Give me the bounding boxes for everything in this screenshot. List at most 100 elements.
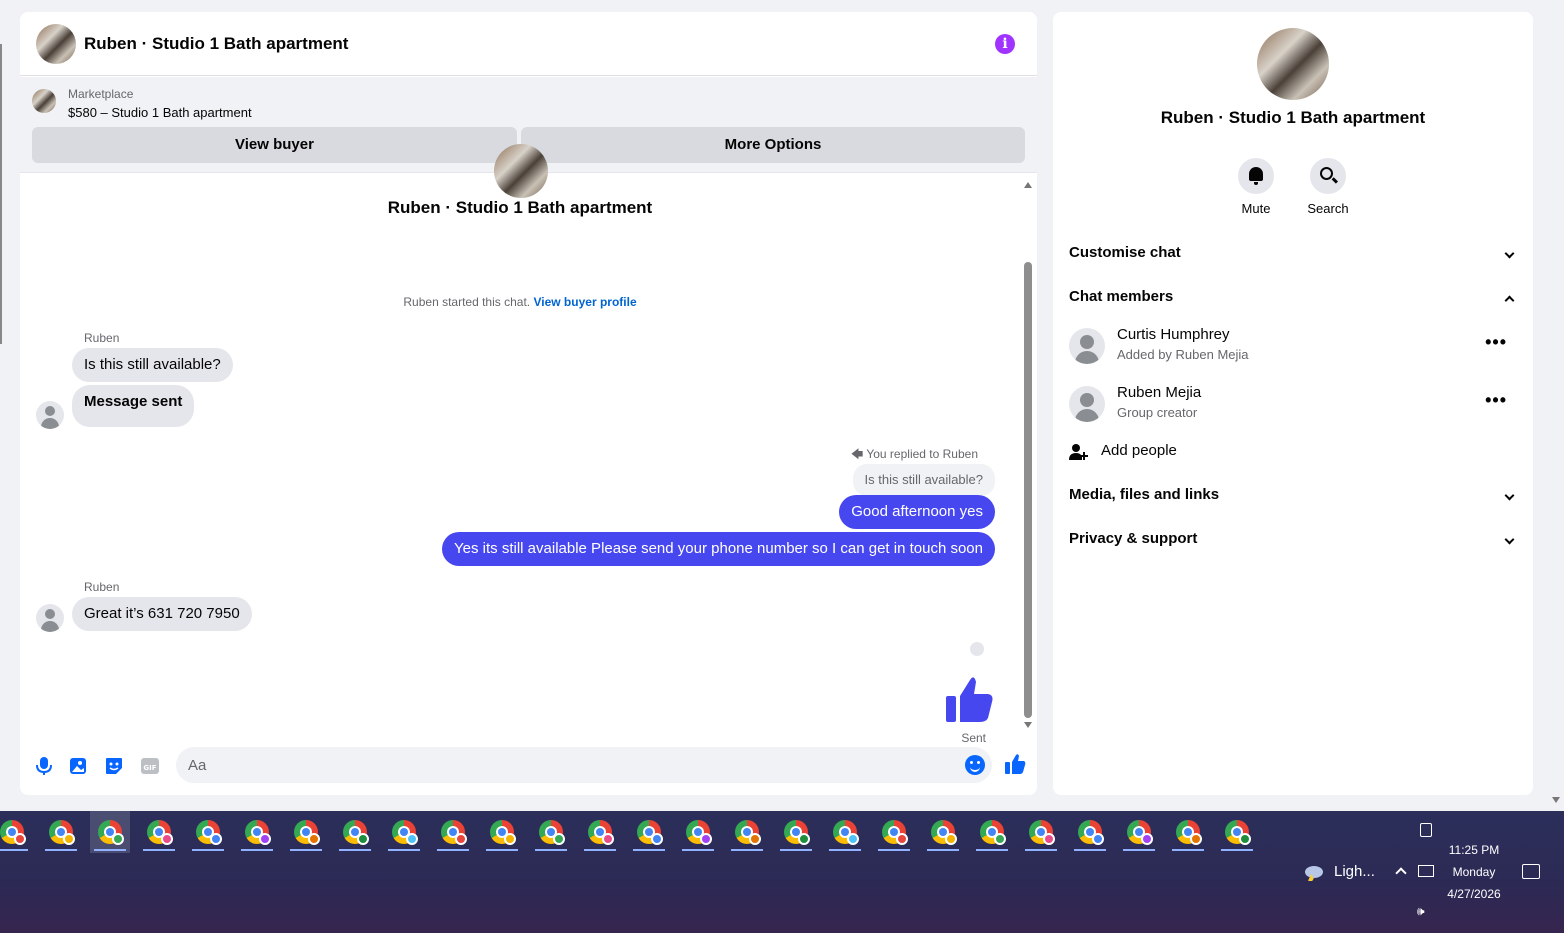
taskbar-chrome-app[interactable]	[90, 811, 130, 853]
clock-time[interactable]: 11:25 PM	[1440, 843, 1508, 857]
sender-avatar[interactable]	[36, 604, 64, 632]
profile-badge-icon	[14, 833, 26, 845]
tray-chevron-up-icon[interactable]	[1395, 867, 1407, 879]
sticker-icon[interactable]	[104, 756, 124, 776]
section-chat-members[interactable]: Chat members	[1069, 282, 1517, 312]
like-icon[interactable]	[1004, 753, 1026, 775]
taskbar-chrome-app[interactable]	[188, 811, 228, 853]
member-name[interactable]: Curtis Humphrey	[1117, 326, 1230, 343]
window-edge	[0, 44, 2, 344]
photo-icon[interactable]	[68, 756, 88, 776]
gif-icon[interactable]: GIF	[140, 756, 160, 776]
taskbar-chrome-app[interactable]	[335, 811, 375, 853]
message-bubble-incoming[interactable]: Is this still available?	[72, 348, 233, 382]
view-buyer-button[interactable]: View buyer	[32, 127, 517, 163]
emoji-icon[interactable]	[965, 755, 985, 775]
info-icon[interactable]: i	[995, 34, 1015, 54]
profile-badge-icon	[455, 833, 467, 845]
member-avatar[interactable]	[1069, 328, 1105, 364]
weather-text[interactable]: Ligh...	[1334, 863, 1375, 880]
chevron-down-icon	[1504, 248, 1515, 259]
chat-scrollbar[interactable]	[1023, 182, 1033, 742]
info-title: Ruben · Studio 1 Bath apartment	[1160, 108, 1426, 127]
search-button[interactable]: Search	[1298, 158, 1358, 216]
taskbar-chrome-app[interactable]	[1021, 811, 1061, 853]
taskbar-chrome-app[interactable]	[1119, 811, 1159, 853]
profile-badge-icon	[1190, 833, 1202, 845]
taskbar-chrome-app[interactable]	[678, 811, 718, 853]
network-icon[interactable]	[1418, 865, 1434, 877]
taskbar-chrome-app[interactable]	[580, 811, 620, 853]
taskbar-chrome-app[interactable]	[433, 811, 473, 853]
taskbar-chrome-app[interactable]	[482, 811, 522, 853]
search-icon	[1320, 167, 1333, 180]
message-bubble-outgoing[interactable]: Yes its still available Please send your…	[442, 532, 995, 566]
taskbar-chrome-app[interactable]	[286, 811, 326, 853]
volume-icon[interactable]: 🕪	[1417, 904, 1435, 918]
message-bubble-incoming[interactable]: Message sent	[72, 385, 195, 427]
taskbar-chrome-app[interactable]	[139, 811, 179, 853]
taskbar-chrome-app[interactable]	[1070, 811, 1110, 853]
meet-now-icon[interactable]	[1420, 823, 1432, 837]
listing-title[interactable]: $580 – Studio 1 Bath apartment	[68, 105, 252, 120]
thumbs-up-icon[interactable]	[944, 674, 996, 726]
section-privacy-support[interactable]: Privacy & support	[1069, 524, 1517, 554]
taskbar-chrome-app[interactable]	[237, 811, 277, 853]
member-row[interactable]: Ruben Mejia Group creator •••	[1069, 384, 1517, 424]
info-avatar[interactable]	[1257, 28, 1329, 100]
taskbar-chrome-app[interactable]	[41, 811, 81, 853]
taskbar-chrome-app[interactable]	[531, 811, 571, 853]
profile-badge-icon	[994, 833, 1006, 845]
mute-button[interactable]: Mute	[1226, 158, 1286, 216]
sender-avatar[interactable]	[36, 401, 64, 429]
scroll-thumb[interactable]	[1024, 262, 1032, 718]
quoted-message[interactable]: Is this still available?	[852, 464, 995, 496]
notification-icon[interactable]	[1522, 864, 1540, 879]
add-person-icon	[1069, 444, 1088, 460]
taskbar-chrome-app[interactable]	[923, 811, 963, 853]
section-media-files-links[interactable]: Media, files and links	[1069, 480, 1517, 510]
message-sender: Ruben	[84, 331, 120, 345]
more-options-button[interactable]: More Options	[521, 127, 1025, 163]
message-bubble-outgoing[interactable]: Good afternoon yes	[839, 495, 995, 529]
taskbar-chrome-app[interactable]	[629, 811, 669, 853]
microphone-icon[interactable]	[34, 756, 54, 776]
more-options-icon[interactable]: •••	[1485, 391, 1507, 409]
scroll-up-arrow-icon[interactable]	[1024, 182, 1032, 188]
weather-icon[interactable]	[1302, 863, 1326, 881]
message-input[interactable]	[176, 747, 992, 783]
member-avatar[interactable]	[1069, 386, 1105, 422]
profile-badge-icon	[406, 833, 418, 845]
chevron-down-icon	[1504, 490, 1515, 501]
member-name[interactable]: Ruben Mejia	[1117, 384, 1201, 401]
clock-day[interactable]: Monday	[1440, 865, 1508, 879]
taskbar-chrome-app[interactable]	[874, 811, 914, 853]
clock-date[interactable]: 4/27/2026	[1440, 887, 1508, 901]
thread-avatar	[494, 144, 548, 198]
message-bubble-incoming[interactable]: Great it’s 631 720 7950	[72, 597, 252, 631]
listing-thumbnail[interactable]	[32, 89, 56, 113]
add-people-label: Add people	[1101, 442, 1177, 459]
more-options-icon[interactable]: •••	[1485, 333, 1507, 351]
section-customise-chat[interactable]: Customise chat	[1069, 238, 1517, 268]
taskbar-chrome-app[interactable]	[825, 811, 865, 853]
profile-badge-icon	[259, 833, 271, 845]
taskbar-chrome-app[interactable]	[1168, 811, 1208, 853]
taskbar-chrome-app[interactable]	[972, 811, 1012, 853]
taskbar-chrome-app[interactable]	[384, 811, 424, 853]
scroll-down-arrow-icon[interactable]	[1024, 722, 1032, 728]
taskbar-chrome-app[interactable]	[776, 811, 816, 853]
profile-badge-icon	[651, 833, 663, 845]
page-scroll-down-icon[interactable]	[1552, 797, 1560, 803]
taskbar-chrome-app[interactable]	[1217, 811, 1257, 853]
chat-avatar[interactable]	[36, 23, 76, 64]
section-label: Media, files and links	[1069, 486, 1220, 503]
taskbar-chrome-app[interactable]	[727, 811, 767, 853]
thread-title: Ruben · Studio 1 Bath apartment	[387, 198, 653, 217]
started-text: Ruben started this chat.	[403, 295, 531, 309]
taskbar-chrome-app[interactable]	[0, 811, 32, 853]
member-row[interactable]: Curtis Humphrey Added by Ruben Mejia •••	[1069, 326, 1517, 366]
chat-title[interactable]: Ruben · Studio 1 Bath apartment	[84, 34, 348, 54]
view-buyer-profile-link[interactable]: View buyer profile	[533, 295, 636, 309]
section-label: Customise chat	[1069, 244, 1181, 261]
